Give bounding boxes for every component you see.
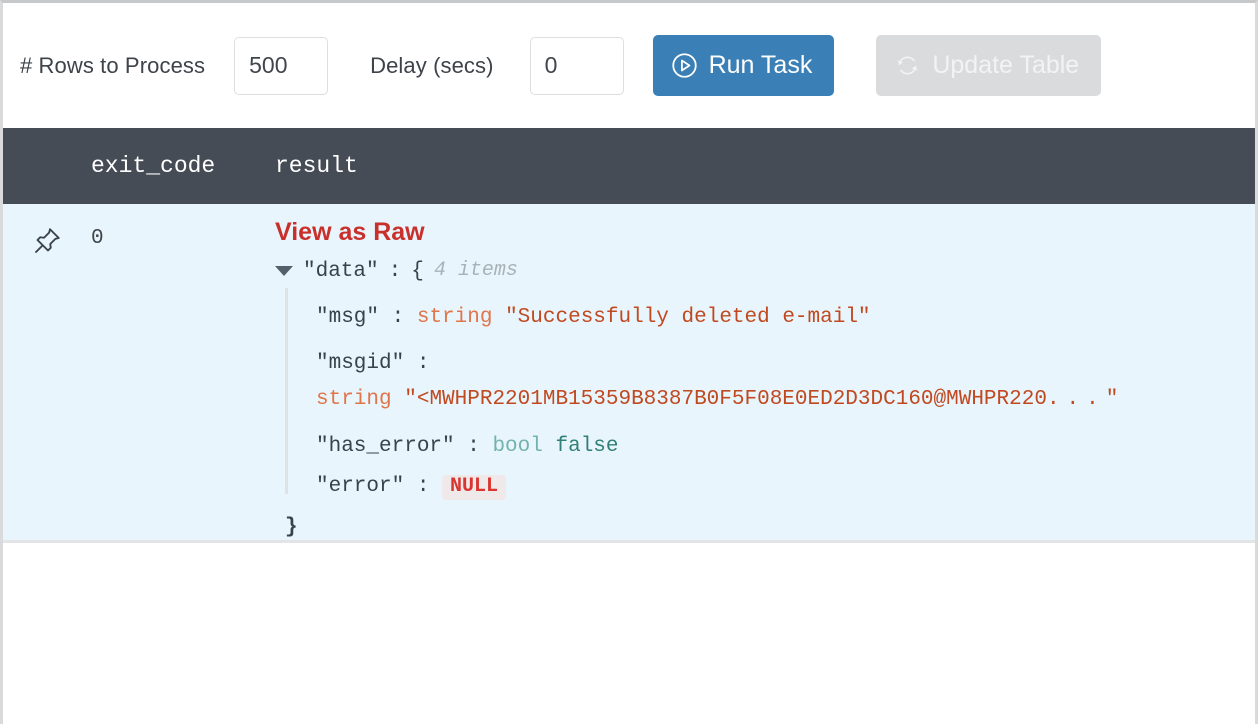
- json-item-count: 4 items: [433, 259, 518, 282]
- column-header-exit-code[interactable]: exit_code: [91, 153, 275, 179]
- update-table-label: Update Table: [932, 51, 1080, 79]
- delay-secs-label: Delay (secs): [370, 52, 494, 78]
- json-root-line: "data" : { 4 items: [275, 256, 1245, 286]
- json-null-badge: NULL: [442, 475, 507, 501]
- json-value: "Successfully deleted e-mail": [505, 306, 871, 329]
- run-task-label: Run Task: [708, 51, 813, 79]
- json-entry-msg: "msg" : string "Successfully deleted e-m…: [316, 298, 1245, 337]
- json-key: "has_error": [316, 435, 455, 459]
- table-row: 0 View as Raw "data" : { 4 items "msg" :: [3, 204, 1255, 543]
- json-value-ellipsis: ...: [1046, 388, 1106, 412]
- json-root-colon: :: [388, 259, 402, 283]
- json-viewer: "data" : { 4 items "msg" : string "Succe…: [275, 256, 1245, 538]
- json-guide-line: [285, 288, 288, 495]
- play-circle-icon: [671, 52, 698, 79]
- json-entry-msgid: "msgid" : string "<MWHPR2201MB15359B8387…: [316, 337, 1245, 427]
- row-exit-code: 0: [91, 227, 104, 250]
- json-root-open-brace: {: [411, 259, 424, 283]
- empty-table-area: [3, 543, 1255, 711]
- task-toolbar: # Rows to Process Delay (secs) Run Task: [3, 3, 1255, 128]
- rows-to-process-input[interactable]: [234, 36, 329, 95]
- json-type: bool: [492, 435, 543, 459]
- json-type: string: [416, 306, 493, 329]
- rows-to-process-label: # Rows to Process: [20, 52, 206, 78]
- json-colon: :: [391, 306, 405, 329]
- json-root-key: "data": [303, 259, 379, 283]
- app-window: # Rows to Process Delay (secs) Run Task: [0, 0, 1258, 724]
- delay-secs-input[interactable]: [529, 36, 624, 95]
- json-key: "msgid": [316, 352, 405, 375]
- json-type: string: [316, 388, 392, 412]
- refresh-icon: [894, 52, 921, 79]
- results-table-header: exit_code result: [3, 128, 1255, 204]
- json-close-brace: }: [285, 516, 298, 540]
- json-colon: :: [416, 352, 430, 375]
- json-colon: :: [467, 435, 480, 459]
- pushpin-icon[interactable]: [32, 226, 62, 261]
- json-colon: :: [416, 475, 430, 499]
- view-as-raw-link[interactable]: View as Raw: [275, 218, 425, 247]
- row-pin-cell: [3, 218, 91, 261]
- json-children: "msg" : string "Successfully deleted e-m…: [285, 286, 1245, 509]
- column-header-result[interactable]: result: [275, 153, 1255, 179]
- json-key: "msg": [316, 306, 380, 329]
- run-task-button[interactable]: Run Task: [652, 35, 835, 96]
- json-value: "<MWHPR2201MB15359B8387B0F5F08E0ED2D3DC1…: [404, 388, 1047, 412]
- row-result-cell: View as Raw "data" : { 4 items "msg" : s…: [275, 218, 1255, 538]
- json-entry-has-error: "has_error" : bool false: [316, 427, 1245, 466]
- update-table-button[interactable]: Update Table: [876, 35, 1102, 96]
- json-key: "error": [316, 475, 405, 499]
- json-value: false: [555, 435, 619, 459]
- json-value-close-quote: ": [1105, 388, 1119, 412]
- chevron-down-icon[interactable]: [275, 266, 293, 276]
- json-entry-error: "error" : NULL: [316, 466, 1245, 509]
